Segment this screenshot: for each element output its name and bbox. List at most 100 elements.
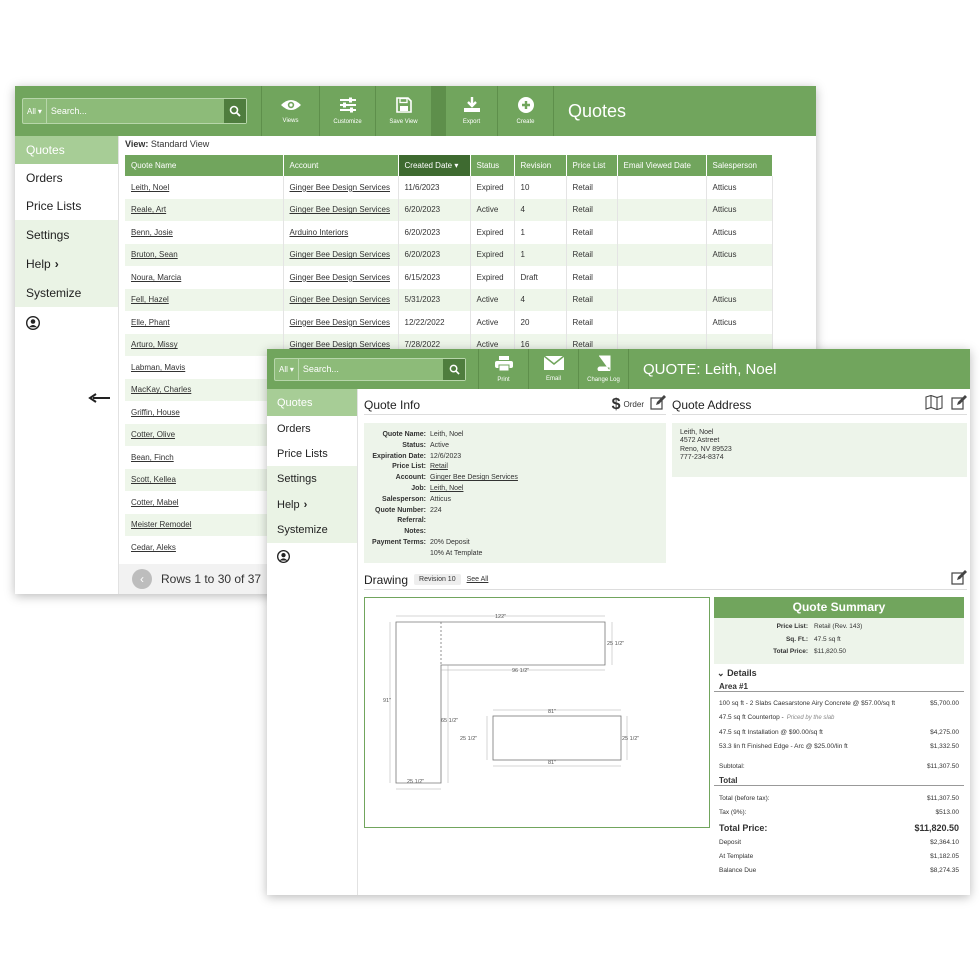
col-price-list[interactable]: Price List xyxy=(566,155,618,176)
col-account[interactable]: Account xyxy=(283,155,399,176)
table-row[interactable]: Reale, Art Ginger Bee Design Services 6/20… xyxy=(125,198,773,221)
view-selector[interactable]: View: Standard View xyxy=(125,139,209,149)
sort-desc-icon: ▾ xyxy=(454,161,459,170)
table-row[interactable]: Benn, Josie Arduino Interiors 6/20/2023 Exp… xyxy=(125,221,773,244)
table-cell[interactable]: Noura, Marcia xyxy=(125,266,284,289)
table-cell[interactable]: Griffin, House xyxy=(125,401,284,424)
col-created-date[interactable]: Created Date ▾ xyxy=(398,155,471,176)
table-row[interactable]: Noura, Marcia Ginger Bee Design Services 6… xyxy=(125,266,773,289)
quote-address-title: Quote Address xyxy=(672,397,752,412)
table-cell[interactable]: Reale, Art xyxy=(125,198,284,221)
table-cell[interactable]: Cotter, Mabel xyxy=(125,491,284,514)
table-row[interactable]: Leith, Noel Ginger Bee Design Services 11/… xyxy=(125,176,773,199)
email-button[interactable]: Email xyxy=(528,349,578,389)
change-log-button[interactable]: Change Log xyxy=(578,349,628,389)
sidebar-item-systemize[interactable]: Systemize xyxy=(267,517,357,543)
edit-icon[interactable] xyxy=(650,394,666,415)
views-button[interactable]: Views xyxy=(261,86,319,136)
table-cell[interactable]: Ginger Bee Design Services xyxy=(283,198,399,221)
table-cell[interactable]: Ginger Bee Design Services xyxy=(283,311,399,334)
table-cell[interactable]: Cotter, Olive xyxy=(125,423,284,446)
chevron-right-icon: › xyxy=(54,256,59,271)
sidebar-item-price-lists[interactable]: Price Lists xyxy=(15,192,118,220)
col-email-viewed[interactable]: Email Viewed Date xyxy=(617,155,707,176)
sidebar-item-quotes[interactable]: Quotes xyxy=(267,389,357,416)
table-cell[interactable]: Scott, Kellea xyxy=(125,468,284,491)
search-icon[interactable] xyxy=(224,99,246,123)
export-button[interactable]: Export xyxy=(445,86,497,136)
sliders-icon xyxy=(339,97,357,115)
table-cell: Expired xyxy=(470,176,515,199)
sidebar-item-help[interactable]: Help › xyxy=(15,249,118,278)
map-icon[interactable] xyxy=(925,394,943,415)
table-row[interactable]: Elle, Phant Ginger Bee Design Services 12/… xyxy=(125,311,773,334)
edit-icon[interactable] xyxy=(951,394,967,415)
before-tax-row: Total (before tax): $11,307.50 xyxy=(719,794,959,802)
table-cell[interactable]: Ginger Bee Design Services xyxy=(283,243,399,266)
table-cell[interactable]: Cedar, Aleks xyxy=(125,536,284,559)
edit-icon[interactable] xyxy=(951,569,967,590)
table-cell[interactable]: MacKay, Charles xyxy=(125,378,284,401)
table-row[interactable]: Bruton, Sean Ginger Bee Design Services 6/… xyxy=(125,243,773,266)
create-button[interactable]: Create xyxy=(497,86,553,136)
info-field: 10% At Template xyxy=(430,549,483,557)
table-cell[interactable]: Labman, Mavis xyxy=(125,356,284,379)
user-icon[interactable] xyxy=(15,307,118,335)
dim-label: 91" xyxy=(383,698,391,704)
search-scope[interactable]: All ▾ xyxy=(23,99,47,123)
table-cell[interactable]: Arduino Interiors xyxy=(283,221,399,244)
drawing-canvas[interactable]: 122" 25 1/2" 96 1/2" 91" 25 1/2" 65 1/2"… xyxy=(364,597,710,828)
order-button[interactable]: Order xyxy=(624,400,644,409)
sidebar-item-help[interactable]: Help › xyxy=(267,492,357,517)
user-icon[interactable] xyxy=(267,543,357,568)
search-input[interactable]: Search... xyxy=(299,364,443,374)
sidebar-item-settings[interactable]: Settings xyxy=(15,220,118,249)
balance-due-row: Balance Due $8,274.35 xyxy=(719,866,959,874)
table-cell: Retail xyxy=(566,311,618,334)
table-cell[interactable]: Ginger Bee Design Services xyxy=(283,288,399,311)
details-toggle[interactable]: ⌄ Details xyxy=(714,668,964,679)
printer-icon xyxy=(494,355,513,373)
collapse-arrow-icon[interactable] xyxy=(88,390,110,408)
table-cell xyxy=(617,221,707,244)
sidebar-item-orders[interactable]: Orders xyxy=(15,164,118,192)
search-icon[interactable] xyxy=(443,358,465,380)
see-all-link[interactable]: See All xyxy=(467,576,489,583)
table-cell[interactable]: Bruton, Sean xyxy=(125,243,284,266)
sidebar-item-price-lists[interactable]: Price Lists xyxy=(267,441,357,466)
prev-page-icon[interactable]: ‹ xyxy=(132,569,152,589)
table-cell[interactable]: Fell, Hazel xyxy=(125,288,284,311)
drawing-title: Drawing xyxy=(364,572,409,587)
col-status[interactable]: Status xyxy=(470,155,515,176)
table-cell: Retail xyxy=(566,176,618,199)
print-button[interactable]: Print xyxy=(478,349,528,389)
table-cell[interactable]: Leith, Noel xyxy=(125,176,284,199)
table-cell[interactable]: Elle, Phant xyxy=(125,311,284,334)
table-cell[interactable]: Meister Remodel xyxy=(125,513,284,536)
table-row[interactable]: Fell, Hazel Ginger Bee Design Services 5/3… xyxy=(125,288,773,311)
table-cell[interactable]: Ginger Bee Design Services xyxy=(283,176,399,199)
col-revision[interactable]: Revision xyxy=(514,155,567,176)
table-cell: 6/20/2023 xyxy=(398,198,471,221)
table-cell[interactable]: Ginger Bee Design Services xyxy=(283,266,399,289)
table-cell: Retail xyxy=(566,198,618,221)
sidebar-item-quotes[interactable]: Quotes xyxy=(15,136,118,164)
search-box[interactable]: All ▾ Search... xyxy=(22,98,247,124)
search-scope[interactable]: All ▾ xyxy=(275,358,299,380)
table-cell: Expired xyxy=(470,221,515,244)
sidebar-item-systemize[interactable]: Systemize xyxy=(15,278,118,307)
save-view-button[interactable]: Save View xyxy=(375,86,431,136)
summary-field: Total Price: $11,820.50 xyxy=(773,648,847,655)
sidebar-item-settings[interactable]: Settings xyxy=(267,466,357,492)
search-box[interactable]: All ▾ Search... xyxy=(274,357,466,381)
col-quote-name[interactable]: Quote Name xyxy=(125,155,284,176)
sidebar-item-orders[interactable]: Orders xyxy=(267,416,357,441)
search-input[interactable]: Search... xyxy=(47,106,224,116)
col-salesperson[interactable]: Salesperson xyxy=(706,155,773,176)
table-cell[interactable]: Bean, Finch xyxy=(125,446,284,469)
table-cell[interactable]: Benn, Josie xyxy=(125,221,284,244)
customize-button[interactable]: Customize xyxy=(319,86,375,136)
download-icon xyxy=(463,97,481,115)
info-field: Payment Terms: 20% Deposit xyxy=(372,538,470,546)
table-cell[interactable]: Arturo, Missy xyxy=(125,333,284,356)
